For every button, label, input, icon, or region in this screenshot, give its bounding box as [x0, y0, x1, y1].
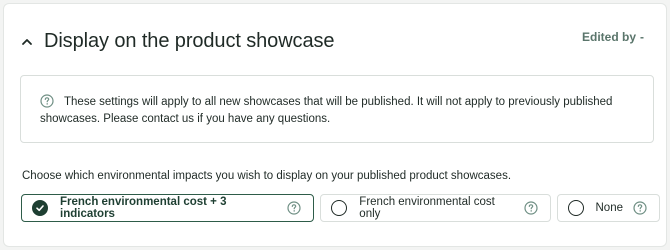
check-icon[interactable]	[32, 200, 48, 216]
section-header[interactable]: Display on the product showcase	[20, 30, 335, 53]
radio-unchecked-icon[interactable]	[567, 200, 584, 216]
option-none[interactable]: None	[556, 194, 660, 222]
chevron-up-icon[interactable]	[20, 35, 34, 49]
option-label: None	[595, 202, 624, 214]
radio-unchecked-icon[interactable]	[331, 200, 348, 216]
edited-by-label: Edited by	[581, 30, 636, 44]
option-cost-only[interactable]: French environmental cost only	[320, 194, 551, 222]
impact-prompt: Choose which environmental impacts you w…	[22, 170, 512, 182]
help-icon[interactable]	[287, 201, 301, 215]
info-text: These settings will apply to all new sho…	[40, 96, 613, 125]
info-box: These settings will apply to all new sho…	[20, 75, 654, 143]
option-full-indicators[interactable]: French environmental cost + 3 indicators	[21, 194, 315, 222]
option-label: French environmental cost + 3 indicators	[60, 196, 227, 220]
option-label: French environmental cost only	[359, 196, 495, 220]
edited-by-value: -	[640, 30, 644, 44]
showcase-settings-card: Display on the product showcase Edited b…	[3, 3, 667, 247]
section-title: Display on the product showcase	[44, 30, 335, 52]
help-icon[interactable]	[633, 201, 647, 215]
edited-by: Edited by -	[582, 30, 644, 44]
help-icon[interactable]	[523, 201, 538, 215]
impact-options: French environmental cost + 3 indicators…	[21, 194, 666, 222]
